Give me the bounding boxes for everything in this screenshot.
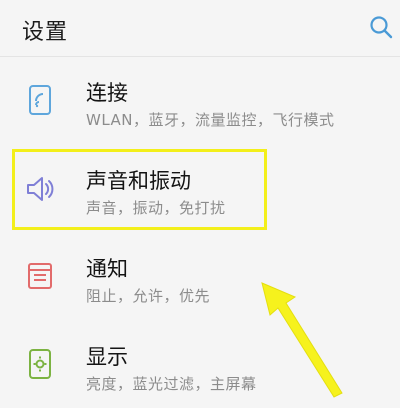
notification-list-icon [28, 263, 52, 289]
settings-item-title: 通知 [86, 257, 128, 281]
settings-item-subtitle: 亮度，蓝光过滤，主屏幕 [86, 375, 257, 393]
settings-item-subtitle: 阻止，允许，优先 [86, 287, 211, 305]
display-brightness-icon [29, 349, 51, 379]
settings-item-subtitle: 声音，振动，免打扰 [86, 199, 226, 217]
settings-item-connection[interactable]: 连接 WLAN，蓝牙，流量监控，飞行模式 [0, 57, 400, 145]
pointer-arrow-icon [261, 282, 343, 398]
settings-item-title: 连接 [86, 81, 128, 105]
search-button[interactable] [368, 14, 394, 40]
settings-item-title: 显示 [86, 345, 128, 369]
header: 设置 [0, 0, 400, 56]
page-title: 设置 [22, 20, 69, 45]
settings-item-title: 声音和振动 [86, 169, 191, 193]
settings-item-sound[interactable]: 声音和振动 声音，振动，免打扰 [0, 145, 400, 233]
search-icon [370, 16, 393, 39]
settings-screen: 设置 连接 WLAN，蓝牙，流量监控，飞行模式 声音和振动 声音，振动，免打扰 [0, 0, 400, 408]
phone-connection-icon [29, 85, 51, 115]
settings-item-subtitle: WLAN，蓝牙，流量监控，飞行模式 [86, 111, 335, 129]
speaker-icon [27, 177, 54, 201]
